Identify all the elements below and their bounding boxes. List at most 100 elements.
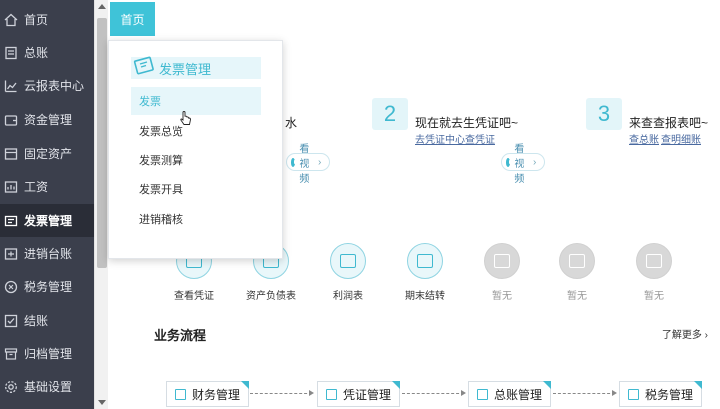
invoice-submenu: 发票管理 发票 发票总览 发票测算 发票开具 进销稽核: [108, 40, 283, 259]
stock-icon: [4, 247, 18, 260]
corner-mark: [694, 381, 703, 389]
sidebar-item-stock-ledger[interactable]: 进销台账: [0, 237, 94, 270]
shortcut-icon: [559, 243, 595, 279]
sidebar-item-report-center[interactable]: 云报表中心: [0, 69, 94, 102]
sidebar-item-label: 首页: [24, 13, 49, 27]
process-step-voucher[interactable]: 凭证管理: [317, 381, 401, 407]
menu-item-invoice[interactable]: 发票: [131, 87, 261, 115]
sidebar-item-label: 总账: [24, 46, 49, 60]
submenu-title: 发票管理: [159, 61, 212, 77]
sidebar-item-close-books[interactable]: 结账: [0, 304, 94, 337]
step-title: 现在就去生凭证吧~: [415, 116, 519, 130]
tab-home[interactable]: 首页: [110, 2, 155, 36]
archive-icon: [4, 347, 18, 360]
hand-cursor-icon: [180, 111, 191, 125]
sidebar-item-ledger[interactable]: 总账: [0, 36, 94, 69]
sidebar-item-archive[interactable]: 归档管理: [0, 337, 94, 370]
step-number: 3: [586, 98, 622, 130]
view-voucher-link[interactable]: 查凭证: [465, 131, 495, 146]
shortcut-label: 查看凭证: [174, 291, 214, 302]
scroll-up-arrow-icon[interactable]: [98, 4, 106, 9]
voucher-icon: [326, 388, 337, 400]
shortcut-label: 期末结转: [405, 291, 445, 302]
invoice-icon: [4, 215, 18, 226]
shortcut-icon: [484, 243, 520, 279]
video-label: 看视频: [299, 143, 310, 185]
sidebar-item-salary[interactable]: 工资: [0, 170, 94, 203]
watch-video-button[interactable]: 看视频 ›: [286, 144, 331, 185]
step-title: 水: [285, 116, 298, 130]
process-step-finance[interactable]: 财务管理: [166, 381, 250, 407]
sidebar: 首页 总账 云报表中心 资金管理 固定资产 工资 发票管理 进销台账 税务管理 …: [0, 0, 94, 409]
shortcut-empty: 暂无: [624, 243, 684, 302]
go-voucher-center-link[interactable]: 去凭证中心: [415, 131, 465, 146]
scrollbar-thumb[interactable]: [97, 18, 107, 268]
process-section-title: 业务流程: [154, 328, 207, 343]
view-detail-ledger-link[interactable]: 查明细账: [661, 131, 701, 146]
menu-item-invoice-overview[interactable]: 发票总览: [131, 117, 261, 145]
chevron-right-icon: ›: [318, 156, 322, 168]
watch-video-button[interactable]: 看视频 ›: [501, 144, 546, 185]
menu-item-invoice-estimate[interactable]: 发票测算: [131, 146, 261, 174]
sidebar-item-label: 税务管理: [24, 280, 73, 294]
shortcut-empty: 暂无: [547, 243, 607, 302]
process-step-label: 税务管理: [645, 387, 694, 402]
shortcut-label: 利润表: [333, 291, 363, 302]
learn-more-link[interactable]: 了解更多 ›: [662, 326, 708, 341]
sidebar-item-label: 云报表中心: [24, 79, 85, 93]
process-step-tax[interactable]: 税务管理: [619, 381, 703, 407]
menu-item-invoice-issue[interactable]: 发票开具: [131, 175, 261, 203]
shortcut-icon: [636, 243, 672, 279]
sidebar-item-label: 进销台账: [24, 247, 73, 261]
corner-mark: [392, 381, 401, 389]
tax-icon: [4, 280, 18, 293]
asset-icon: [4, 147, 18, 160]
shortcut-income-statement[interactable]: 利润表: [318, 243, 378, 302]
sidebar-item-label: 发票管理: [24, 214, 73, 228]
shortcut-empty: 暂无: [472, 243, 532, 302]
process-step-label: 财务管理: [192, 387, 241, 402]
sidebar-item-settings[interactable]: 基础设置: [0, 370, 94, 403]
play-icon: [506, 157, 514, 167]
sidebar-item-funds[interactable]: 资金管理: [0, 103, 94, 136]
play-icon: [291, 157, 299, 167]
flow-arrow: [402, 390, 466, 396]
shortcut-label: 资产负债表: [246, 291, 296, 302]
submenu-header: 发票管理: [131, 56, 261, 79]
view-general-ledger-link[interactable]: 查总账: [629, 131, 659, 146]
ledger-icon: [477, 388, 488, 400]
tab-label: 首页: [120, 12, 145, 27]
close-book-icon: [4, 314, 18, 327]
chevron-right-icon: ›: [533, 156, 537, 168]
corner-mark: [241, 381, 250, 389]
process-step-label: 总账管理: [494, 387, 543, 402]
sidebar-item-label: 归档管理: [24, 347, 73, 361]
sidebar-item-label: 工资: [24, 180, 49, 194]
video-label: 看视频: [514, 143, 525, 185]
sidebar-item-home[interactable]: 首页: [0, 3, 94, 36]
tax-icon: [628, 388, 639, 400]
shortcut-label: 暂无: [644, 291, 664, 302]
sidebar-item-label: 基础设置: [24, 380, 73, 394]
shortcut-label: 暂无: [567, 291, 587, 302]
learn-more-label: 了解更多: [661, 330, 702, 341]
shortcut-icon: [407, 243, 443, 279]
shortcut-icon: [330, 243, 366, 279]
salary-icon: [4, 180, 18, 193]
settings-icon: [5, 380, 17, 393]
process-step-ledger[interactable]: 总账管理: [468, 381, 552, 407]
sidebar-item-tax[interactable]: 税务管理: [0, 270, 94, 303]
sidebar-scrollbar[interactable]: [94, 0, 108, 409]
sidebar-item-invoice[interactable]: 发票管理: [0, 204, 94, 237]
scroll-down-arrow-icon[interactable]: [98, 400, 106, 405]
process-step-label: 凭证管理: [343, 387, 392, 402]
sidebar-item-label: 固定资产: [24, 147, 73, 161]
chevron-right-icon: ›: [704, 330, 708, 341]
menu-item-purchase-sales-audit[interactable]: 进销稽核: [131, 205, 261, 233]
sidebar-item-label: 资金管理: [24, 113, 73, 127]
corner-mark: [543, 381, 552, 389]
sidebar-item-fixed-assets[interactable]: 固定资产: [0, 137, 94, 170]
shortcut-period-end-transfer[interactable]: 期末结转: [395, 243, 455, 302]
ledger-icon: [5, 46, 17, 59]
invoice-icon: [133, 56, 154, 75]
